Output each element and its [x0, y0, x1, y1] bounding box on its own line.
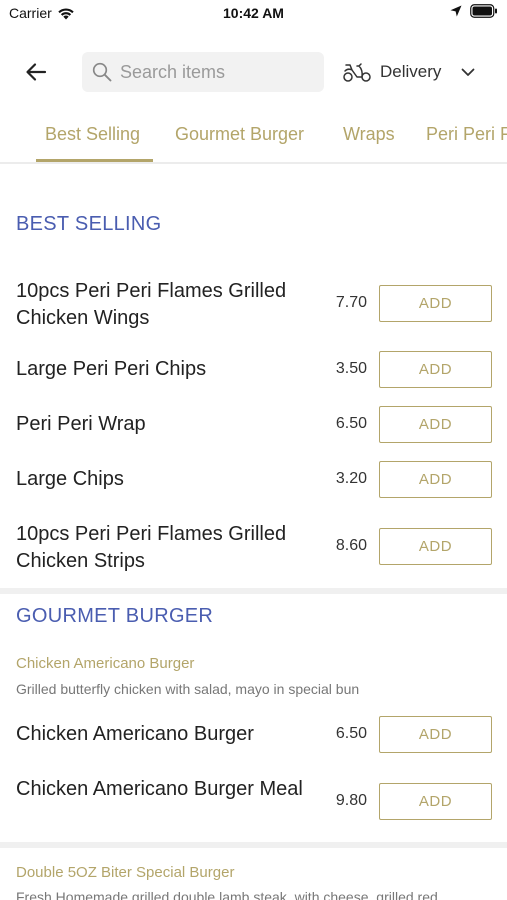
item-name: Large Chips [16, 468, 124, 490]
add-button[interactable]: ADD [379, 406, 492, 443]
tab-best-selling[interactable]: Best Selling [45, 124, 140, 145]
top-bar: Delivery [0, 48, 507, 96]
search-input[interactable] [120, 61, 310, 83]
search-icon [92, 62, 112, 82]
item-group-description: Fresh Homemade grilled double lamb steak… [16, 889, 438, 900]
scooter-icon [343, 63, 371, 82]
item-name: 10pcs Peri Peri Flames Grilled Chicken S… [16, 523, 287, 572]
item-price: 6.50 [335, 725, 367, 742]
item-name: Chicken Americano Burger [16, 723, 254, 745]
chevron-down-icon [462, 68, 475, 76]
item-price: 3.50 [335, 360, 367, 377]
tab-wraps[interactable]: Wraps [343, 124, 395, 145]
item-name: Chicken Americano Burger Meal [16, 778, 303, 800]
item-group-title: Chicken Americano Burger [16, 655, 195, 672]
item-price: 7.70 [335, 294, 367, 311]
tab-peri-peri[interactable]: Peri Peri F [426, 124, 507, 145]
section-title-best-selling: BEST SELLING [16, 213, 162, 235]
item-group-description: Grilled butterfly chicken with salad, ma… [16, 681, 360, 697]
back-button[interactable] [20, 56, 52, 88]
status-right [450, 4, 498, 18]
item-price: 9.80 [335, 792, 367, 809]
status-time: 10:42 AM [223, 5, 284, 21]
item-name: 10pcs Peri Peri Flames Grilled Chicken W… [16, 280, 287, 329]
item-name: Large Peri Peri Chips [16, 358, 207, 380]
location-arrow-icon [450, 5, 462, 17]
back-arrow-icon [26, 63, 47, 81]
group-divider [0, 842, 507, 848]
category-tabs: Best Selling Gourmet Burger Wraps Peri P… [0, 112, 507, 164]
section-title-gourmet-burger: GOURMET BURGER [16, 605, 214, 627]
add-button[interactable]: ADD [379, 351, 492, 388]
active-tab-indicator [36, 159, 153, 162]
battery-icon [470, 4, 497, 18]
item-price: 8.60 [335, 537, 367, 554]
item-group-title: Double 5OZ Biter Special Burger [16, 864, 235, 881]
add-button[interactable]: ADD [379, 716, 492, 753]
delivery-selector[interactable]: Delivery [342, 52, 477, 92]
add-button[interactable]: ADD [379, 783, 492, 820]
delivery-label: Delivery [380, 62, 442, 81]
item-price: 3.20 [335, 470, 367, 487]
tab-gourmet-burger[interactable]: Gourmet Burger [175, 124, 304, 145]
add-button[interactable]: ADD [379, 285, 492, 322]
item-name: Peri Peri Wrap [16, 413, 146, 435]
section-divider [0, 588, 507, 594]
search-box[interactable] [82, 52, 324, 92]
item-price: 6.50 [335, 415, 367, 432]
add-button[interactable]: ADD [379, 528, 492, 565]
status-bar: Carrier 10:42 AM [0, 0, 507, 28]
add-button[interactable]: ADD [379, 461, 492, 498]
